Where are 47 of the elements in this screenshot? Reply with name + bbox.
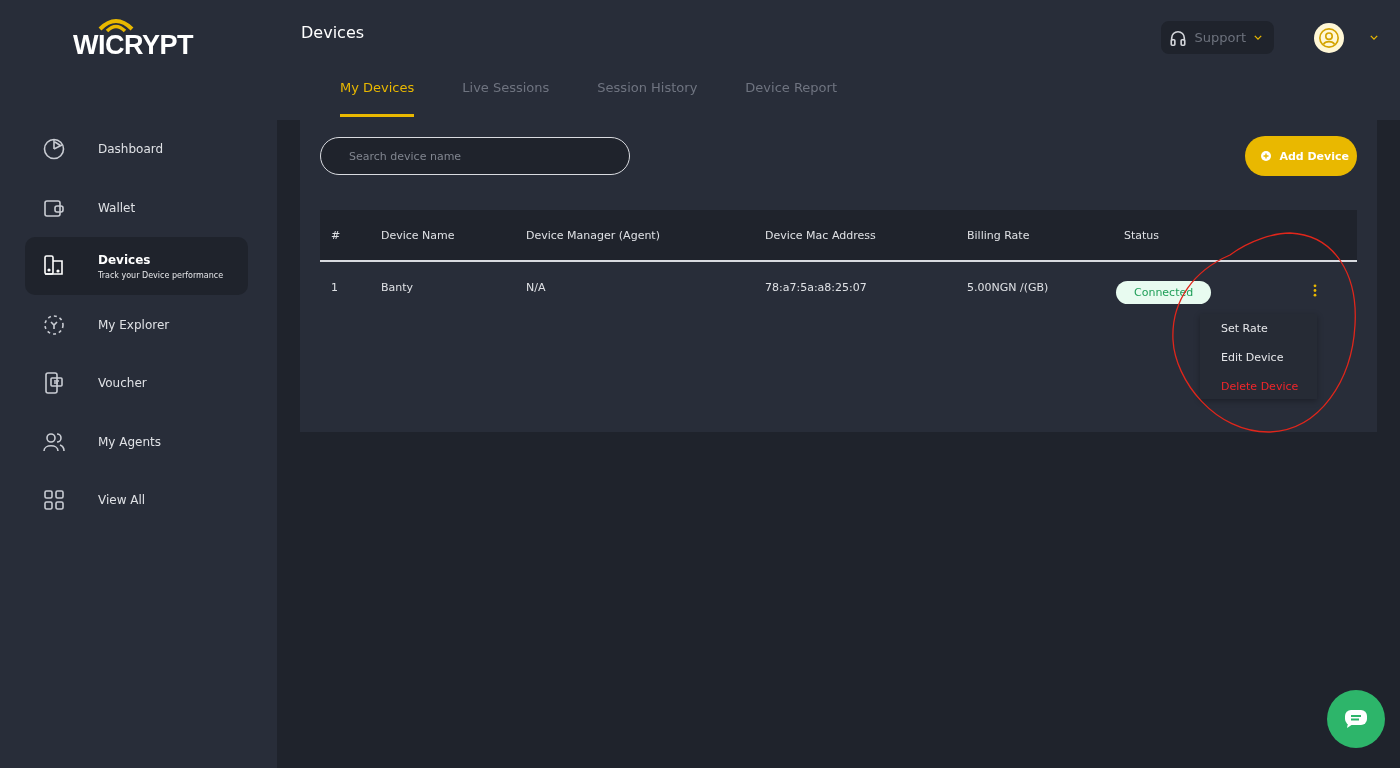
column-header: Status bbox=[1123, 228, 1161, 242]
headphones-icon bbox=[1168, 28, 1187, 47]
sidebar-item[interactable]: Wallet bbox=[25, 178, 248, 237]
explorer-icon bbox=[42, 312, 66, 337]
page-title: Devices bbox=[301, 23, 365, 42]
menu-item[interactable]: Edit Device bbox=[1221, 351, 1317, 364]
chat-icon bbox=[1344, 709, 1368, 729]
more-vertical-icon[interactable] bbox=[1313, 284, 1317, 297]
chat-button[interactable] bbox=[1327, 690, 1385, 748]
sidebar-item[interactable]: Devices Track your Device performance bbox=[25, 237, 248, 295]
column-header: Device Mac Address bbox=[764, 228, 877, 242]
pie-chart-icon bbox=[42, 137, 66, 161]
wifi-logo-icon bbox=[96, 17, 136, 33]
plus-circle-icon bbox=[1261, 151, 1272, 161]
sidebar-item[interactable]: My Explorer bbox=[25, 295, 248, 354]
table-cell-text: N/A bbox=[525, 280, 547, 294]
table-cell-text: Banty bbox=[380, 280, 415, 294]
sidebar-item[interactable]: View All bbox=[25, 471, 248, 529]
sidebar-label: Dashboard bbox=[98, 142, 164, 156]
logo: WICRYPT bbox=[73, 30, 193, 61]
voucher-icon bbox=[42, 371, 66, 395]
tab[interactable]: My Devices bbox=[340, 72, 415, 117]
chevron-down-icon[interactable] bbox=[1370, 35, 1378, 40]
sidebar-item[interactable]: Dashboard bbox=[25, 120, 248, 178]
column-header: Device Name bbox=[380, 228, 456, 242]
sidebar-item[interactable]: My Agents bbox=[25, 412, 248, 471]
table-cell-text: 1 bbox=[330, 280, 339, 294]
user-icon bbox=[1318, 26, 1340, 49]
search-field[interactable]: Search device name bbox=[320, 137, 630, 175]
table-cell-text: 5.00NGN /(GB) bbox=[966, 280, 1050, 294]
grid-icon bbox=[42, 488, 66, 512]
sidebar-item[interactable]: Voucher bbox=[25, 354, 248, 412]
sidebar-subtitle: Track your Device performance bbox=[98, 270, 224, 280]
sidebar-label: Wallet bbox=[98, 200, 136, 215]
column-header: Billing Rate bbox=[966, 228, 1031, 242]
devices-icon bbox=[42, 254, 66, 278]
sidebar-label: View All bbox=[98, 493, 146, 507]
column-header: Device Manager (Agent) bbox=[525, 228, 661, 242]
chevron-down-icon bbox=[1254, 35, 1262, 40]
sidebar-label: My Explorer bbox=[98, 317, 170, 332]
sidebar-label: Devices bbox=[98, 252, 152, 267]
column-header: # bbox=[330, 228, 342, 242]
sidebar-label: Voucher bbox=[98, 376, 147, 390]
avatar[interactable] bbox=[1314, 22, 1344, 53]
sidebar-label: My Agents bbox=[98, 434, 162, 449]
table-cell-text: 78:a7:5a:a8:25:07 bbox=[764, 280, 868, 294]
menu-item[interactable]: Set Rate bbox=[1221, 322, 1317, 335]
